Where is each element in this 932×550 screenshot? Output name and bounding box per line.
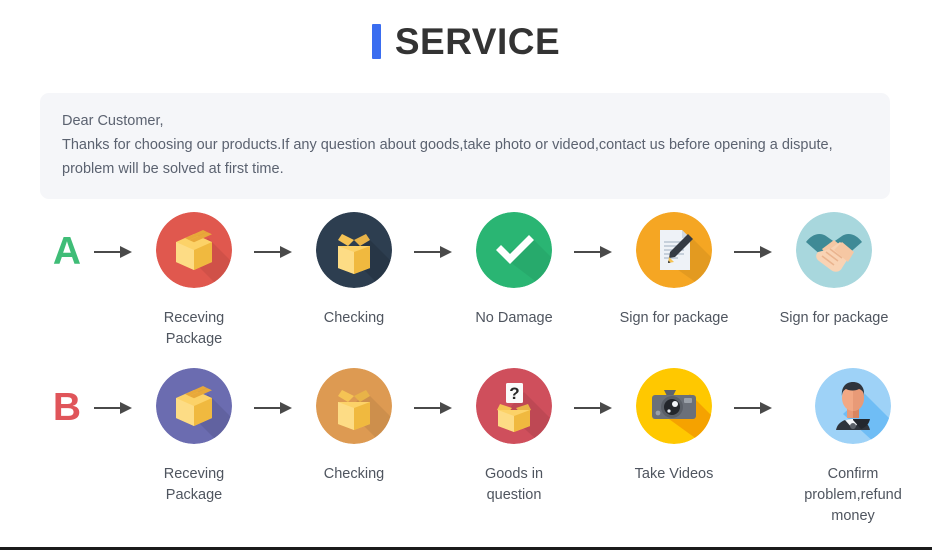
flow-step-label: Checking (323, 466, 385, 482)
page-title: SERVICE (0, 0, 932, 62)
notice-greeting: Dear Customer, (62, 113, 164, 129)
flow-step: Sign for package (778, 212, 890, 329)
person-avatar-icon (815, 368, 891, 444)
handshake-icon (796, 212, 872, 288)
open-box-icon (316, 368, 392, 444)
flow-step-label: Sign for package (619, 310, 729, 326)
arrow-right-icon (250, 212, 298, 292)
open-box-icon (316, 212, 392, 288)
flow-step-label: No Damage (475, 310, 553, 326)
service-page: SERVICE Dear Customer, Thanks for choosi… (0, 0, 932, 550)
flow-row-b: B Receving Package Checking ? Goods in q… (0, 368, 932, 527)
page-title-text: SERVICE (394, 20, 561, 62)
notice-line-2: problem will be solved at first time. (62, 161, 284, 177)
arrow-right-icon (410, 212, 458, 292)
arrow-right-icon (90, 368, 138, 448)
flow-step-label: Receving Package (163, 310, 225, 347)
camera-icon (636, 368, 712, 444)
question-box-icon: ? (476, 368, 552, 444)
flow-row-a: A Receving Package Checking No Damage Si… (0, 212, 932, 350)
arrow-right-icon (730, 368, 778, 448)
flow-label-a: A (52, 230, 82, 273)
flow-step: ? Goods in question (458, 368, 570, 506)
flow-step: Sign for package (618, 212, 730, 329)
flow-step: No Damage (458, 212, 570, 329)
arrow-right-icon (410, 368, 458, 448)
notice-line-1: Thanks for choosing our products.If any … (62, 137, 833, 153)
flow-step-label: Sign for package (779, 310, 889, 326)
flow-label-b: B (52, 386, 82, 429)
flow-step-label: Take Videos (634, 466, 714, 482)
flow-step: Take Videos (618, 368, 730, 485)
customer-notice-box: Dear Customer, Thanks for choosing our p… (40, 93, 890, 199)
closed-box-icon (156, 368, 232, 444)
title-accent-bar (371, 23, 381, 59)
flow-step: Receving Package (138, 368, 250, 506)
flow-step-label: Receving Package (163, 466, 225, 503)
flow-step: Checking (298, 368, 410, 485)
flow-step: Confirm problem,refund money (778, 368, 928, 527)
svg-text:?: ? (509, 384, 519, 403)
flow-step: Checking (298, 212, 410, 329)
arrow-right-icon (250, 368, 298, 448)
closed-box-icon (156, 212, 232, 288)
check-mark-icon (476, 212, 552, 288)
flow-step-label: Goods in question (484, 466, 544, 503)
arrow-right-icon (730, 212, 778, 292)
flow-step: Receving Package (138, 212, 250, 350)
flow-step-label: Checking (323, 310, 385, 326)
document-pen-icon (636, 212, 712, 288)
arrow-right-icon (570, 368, 618, 448)
arrow-right-icon (90, 212, 138, 292)
arrow-right-icon (570, 212, 618, 292)
flow-step-label: Confirm problem,refund money (804, 466, 902, 524)
